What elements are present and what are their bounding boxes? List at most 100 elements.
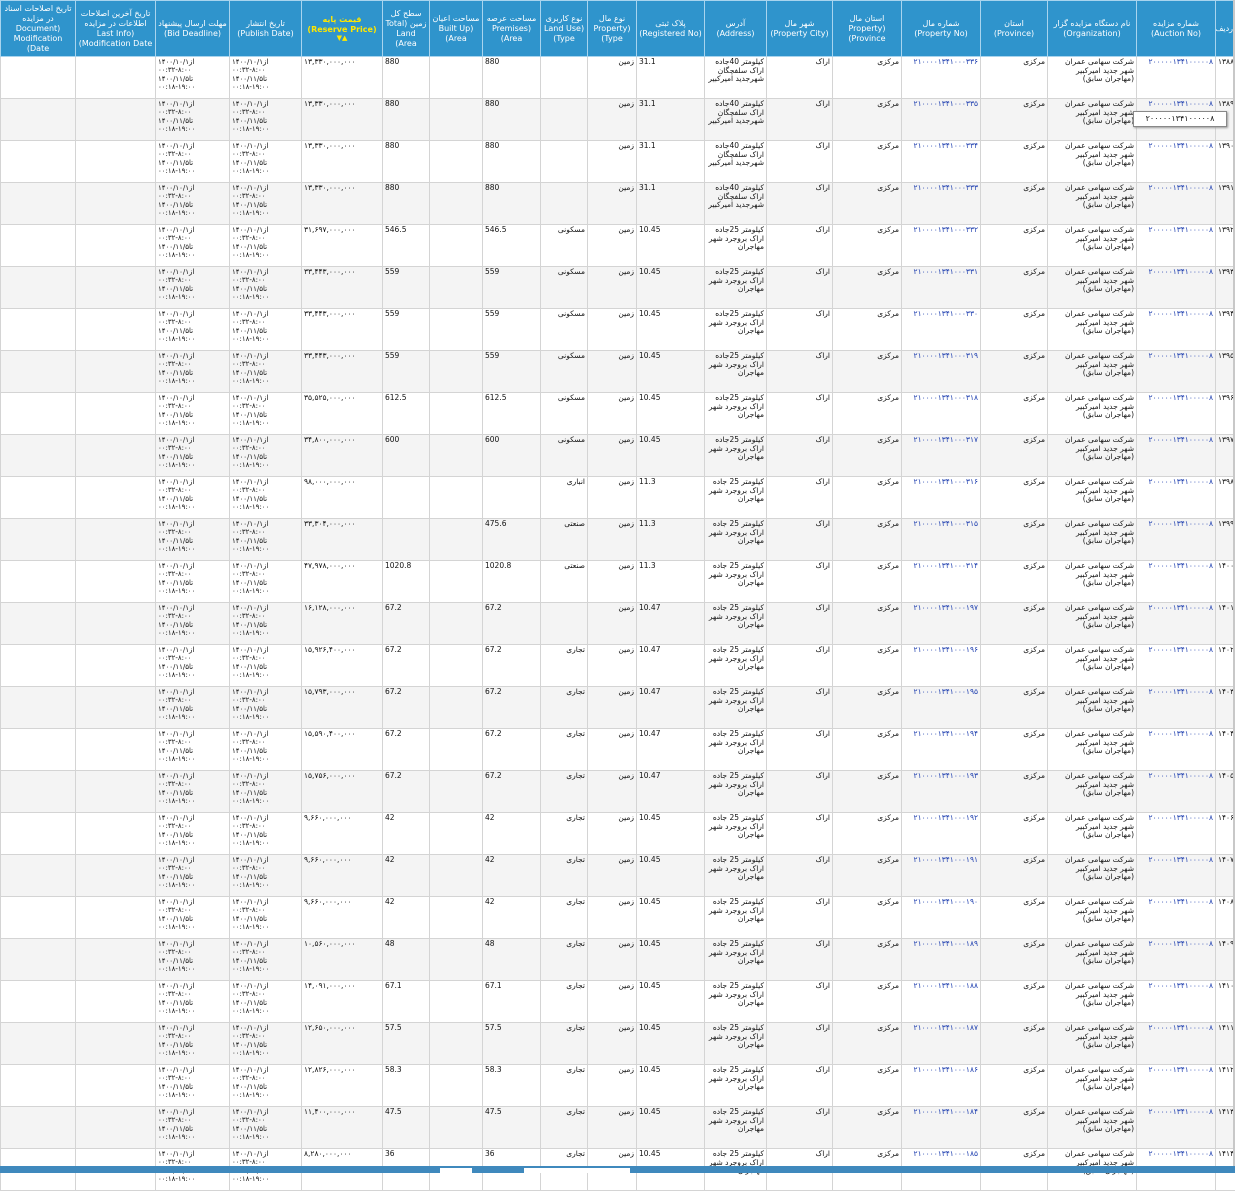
property-no-link[interactable]: ۲۱۰۰۰۰۱۳۴۱۰۰۰۳۳۲: [902, 225, 981, 267]
table-row[interactable]: ۱۳۸۹۲۰۰۰۰۰۱۳۴۱۰۰۰۰۰۸شرکت سهامی عمران شهر…: [1, 99, 1235, 141]
table-row[interactable]: ۱۴۰۰۲۰۰۰۰۰۱۳۴۱۰۰۰۰۰۸شرکت سهامی عمران شهر…: [1, 561, 1235, 603]
auction-no-cell[interactable]: ۲۰۰۰۰۰۱۳۴۱۰۰۰۰۰۸: [1137, 645, 1216, 687]
auction-no-cell[interactable]: ۲۰۰۰۰۰۱۳۴۱۰۰۰۰۰۸: [1137, 393, 1216, 435]
col-document-modification[interactable]: تاریخ اصلاحات اسناد در مزایده (Document …: [1, 1, 76, 57]
auction-no-cell[interactable]: ۲۰۰۰۰۰۱۳۴۱۰۰۰۰۰۸: [1137, 57, 1216, 99]
table-row[interactable]: ۱۴۰۹۲۰۰۰۰۰۱۳۴۱۰۰۰۰۰۸شرکت سهامی عمران شهر…: [1, 939, 1235, 981]
auction-no-cell[interactable]: ۲۰۰۰۰۰۱۳۴۱۰۰۰۰۰۸: [1137, 351, 1216, 393]
property-no-link[interactable]: ۲۱۰۰۰۰۱۳۴۱۰۰۰۱۸۶: [902, 1065, 981, 1107]
table-row[interactable]: ۱۴۰۵۲۰۰۰۰۰۱۳۴۱۰۰۰۰۰۸شرکت سهامی عمران شهر…: [1, 771, 1235, 813]
property-no-link[interactable]: ۲۱۰۰۰۰۱۳۴۱۰۰۰۱۹۵: [902, 687, 981, 729]
auction-no-cell[interactable]: ۲۰۰۰۰۰۱۳۴۱۰۰۰۰۰۸: [1137, 141, 1216, 183]
property-no-link[interactable]: ۲۱۰۰۰۰۱۳۴۱۰۰۰۱۹۳: [902, 771, 981, 813]
sort-arrows-icon[interactable]: ▲▼: [304, 35, 380, 42]
auction-no-cell[interactable]: ۲۰۰۰۰۰۱۳۴۱۰۰۰۰۰۸: [1137, 897, 1216, 939]
property-no-link[interactable]: ۲۱۰۰۰۰۱۳۴۱۰۰۰۳۳۱: [902, 267, 981, 309]
auction-no-cell[interactable]: ۲۰۰۰۰۰۱۳۴۱۰۰۰۰۰۸: [1137, 981, 1216, 1023]
property-no-link[interactable]: ۲۱۰۰۰۰۱۳۴۱۰۰۰۱۹۷: [902, 603, 981, 645]
table-row[interactable]: ۱۳۹۹۲۰۰۰۰۰۱۳۴۱۰۰۰۰۰۸شرکت سهامی عمران شهر…: [1, 519, 1235, 561]
property-no-link[interactable]: ۲۱۰۰۰۰۱۳۴۱۰۰۰۱۹۶: [902, 645, 981, 687]
auction-no-cell[interactable]: ۲۰۰۰۰۰۱۳۴۱۰۰۰۰۰۸: [1137, 477, 1216, 519]
property-no-link[interactable]: ۲۱۰۰۰۰۱۳۴۱۰۰۰۱۸۹: [902, 939, 981, 981]
col-last-info-modification[interactable]: تاریخ آخرین اصلاحات اطلاعات در مزایده (L…: [76, 1, 156, 57]
property-no-link[interactable]: ۲۱۰۰۰۰۱۳۴۱۰۰۰۳۱۴: [902, 561, 981, 603]
property-no-link[interactable]: ۲۱۰۰۰۰۱۳۴۱۰۰۰۳۱۸: [902, 393, 981, 435]
property-no-link[interactable]: ۲۱۰۰۰۰۱۳۴۱۰۰۰۱۹۲: [902, 813, 981, 855]
col-reserve-price[interactable]: قیمت پایه (Reserve Price) ▲▼: [302, 1, 383, 57]
auction-no-cell[interactable]: ۲۰۰۰۰۰۱۳۴۱۰۰۰۰۰۸: [1137, 771, 1216, 813]
page-size-select[interactable]: [440, 1168, 472, 1173]
table-row[interactable]: ۱۴۱۱۲۰۰۰۰۰۱۳۴۱۰۰۰۰۰۸شرکت سهامی عمران شهر…: [1, 1023, 1235, 1065]
property-no-link[interactable]: ۲۱۰۰۰۰۱۳۴۱۰۰۰۳۳۰: [902, 309, 981, 351]
col-total-land-area[interactable]: سطح کل زمین (Total Land Area): [383, 1, 430, 57]
auction-no-cell[interactable]: ۲۰۰۰۰۰۱۳۴۱۰۰۰۰۰۸: [1137, 267, 1216, 309]
col-organization[interactable]: نام دستگاه مزایده گزار (Organization): [1048, 1, 1137, 57]
col-province[interactable]: استان (Province): [981, 1, 1048, 57]
property-no-link[interactable]: ۲۱۰۰۰۰۱۳۴۱۰۰۰۳۱۵: [902, 519, 981, 561]
col-address[interactable]: آدرس (Address): [705, 1, 767, 57]
table-row[interactable]: ۱۳۹۱۲۰۰۰۰۰۱۳۴۱۰۰۰۰۰۸شرکت سهامی عمران شهر…: [1, 183, 1235, 225]
col-bid-deadline[interactable]: مهلت ارسال پیشنهاد (Bid Deadline): [156, 1, 230, 57]
property-no-link[interactable]: ۲۱۰۰۰۰۱۳۴۱۰۰۰۳۱۶: [902, 477, 981, 519]
col-registered-no[interactable]: پلاک ثبتی (Registered No): [637, 1, 705, 57]
table-row[interactable]: ۱۴۰۲۲۰۰۰۰۰۱۳۴۱۰۰۰۰۰۸شرکت سهامی عمران شهر…: [1, 645, 1235, 687]
col-premises-area[interactable]: مساحت عرصه (Premises Area): [483, 1, 541, 57]
table-row[interactable]: ۱۴۱۳۲۰۰۰۰۰۱۳۴۱۰۰۰۰۰۸شرکت سهامی عمران شهر…: [1, 1107, 1235, 1149]
table-row[interactable]: ۱۳۹۲۲۰۰۰۰۰۱۳۴۱۰۰۰۰۰۸شرکت سهامی عمران شهر…: [1, 225, 1235, 267]
auction-no-cell[interactable]: ۲۰۰۰۰۰۱۳۴۱۰۰۰۰۰۸: [1137, 813, 1216, 855]
table-row[interactable]: ۱۳۹۶۲۰۰۰۰۰۱۳۴۱۰۰۰۰۰۸شرکت سهامی عمران شهر…: [1, 393, 1235, 435]
property-no-link[interactable]: ۲۱۰۰۰۰۱۳۴۱۰۰۰۳۳۵: [902, 99, 981, 141]
auction-no-cell[interactable]: ۲۰۰۰۰۰۱۳۴۱۰۰۰۰۰۸: [1137, 225, 1216, 267]
property-no-link[interactable]: ۲۱۰۰۰۰۱۳۴۱۰۰۰۳۳۳: [902, 183, 981, 225]
table-row[interactable]: ۱۴۰۳۲۰۰۰۰۰۱۳۴۱۰۰۰۰۰۸شرکت سهامی عمران شهر…: [1, 687, 1235, 729]
table-row[interactable]: ۱۳۹۳۲۰۰۰۰۰۱۳۴۱۰۰۰۰۰۸شرکت سهامی عمران شهر…: [1, 267, 1235, 309]
built-up-area-cell: [430, 561, 483, 603]
auction-no-cell[interactable]: ۲۰۰۰۰۰۱۳۴۱۰۰۰۰۰۸: [1137, 309, 1216, 351]
auction-no-cell[interactable]: ۲۰۰۰۰۰۱۳۴۱۰۰۰۰۰۸: [1137, 561, 1216, 603]
col-property-no[interactable]: شماره مال (Property No): [902, 1, 981, 57]
auction-no-cell[interactable]: ۲۰۰۰۰۰۱۳۴۱۰۰۰۰۰۸: [1137, 855, 1216, 897]
property-no-link[interactable]: ۲۱۰۰۰۰۱۳۴۱۰۰۰۳۱۷: [902, 435, 981, 477]
table-row[interactable]: ۱۴۱۰۲۰۰۰۰۰۱۳۴۱۰۰۰۰۰۸شرکت سهامی عمران شهر…: [1, 981, 1235, 1023]
property-no-link[interactable]: ۲۱۰۰۰۰۱۳۴۱۰۰۰۱۸۸: [902, 981, 981, 1023]
property-no-link[interactable]: ۲۱۰۰۰۰۱۳۴۱۰۰۰۱۸۴: [902, 1107, 981, 1149]
table-row[interactable]: ۱۴۰۷۲۰۰۰۰۰۱۳۴۱۰۰۰۰۰۸شرکت سهامی عمران شهر…: [1, 855, 1235, 897]
table-row[interactable]: ۱۳۹۰۲۰۰۰۰۰۱۳۴۱۰۰۰۰۰۸شرکت سهامی عمران شهر…: [1, 141, 1235, 183]
auction-no-cell[interactable]: ۲۰۰۰۰۰۱۳۴۱۰۰۰۰۰۸: [1137, 939, 1216, 981]
col-built-up-area[interactable]: مساحت اعیان (Built Up Area): [430, 1, 483, 57]
table-row[interactable]: ۱۴۰۱۲۰۰۰۰۰۱۳۴۱۰۰۰۰۰۸شرکت سهامی عمران شهر…: [1, 603, 1235, 645]
property-no-link[interactable]: ۲۱۰۰۰۰۱۳۴۱۰۰۰۱۸۷: [902, 1023, 981, 1065]
col-property-city[interactable]: شهر مال (Property City): [767, 1, 833, 57]
auction-no-cell[interactable]: ۲۰۰۰۰۰۱۳۴۱۰۰۰۰۰۸: [1137, 183, 1216, 225]
auction-no-cell[interactable]: ۲۰۰۰۰۰۱۳۴۱۰۰۰۰۰۸: [1137, 687, 1216, 729]
property-no-link[interactable]: ۲۱۰۰۰۰۱۳۴۱۰۰۰۳۱۹: [902, 351, 981, 393]
table-row[interactable]: ۱۴۱۲۲۰۰۰۰۰۱۳۴۱۰۰۰۰۰۸شرکت سهامی عمران شهر…: [1, 1065, 1235, 1107]
col-auction-no[interactable]: شماره مزایده (Auction No): [1137, 1, 1216, 57]
table-row[interactable]: ۱۳۹۷۲۰۰۰۰۰۱۳۴۱۰۰۰۰۰۸شرکت سهامی عمران شهر…: [1, 435, 1235, 477]
property-no-link[interactable]: ۲۱۰۰۰۰۱۳۴۱۰۰۰۱۹۴: [902, 729, 981, 771]
auction-no-cell[interactable]: ۲۰۰۰۰۰۱۳۴۱۰۰۰۰۰۸: [1137, 729, 1216, 771]
auction-no-cell[interactable]: ۲۰۰۰۰۰۱۳۴۱۰۰۰۰۰۸: [1137, 1065, 1216, 1107]
auction-no-cell[interactable]: ۲۰۰۰۰۰۱۳۴۱۰۰۰۰۰۸: [1137, 519, 1216, 561]
property-no-link[interactable]: ۲۱۰۰۰۰۱۳۴۱۰۰۰۱۹۰: [902, 897, 981, 939]
property-no-link[interactable]: ۲۱۰۰۰۰۱۳۴۱۰۰۰۳۳۴: [902, 141, 981, 183]
col-land-use[interactable]: نوع کاربری (Land Use Type): [541, 1, 588, 57]
table-row[interactable]: ۱۳۹۵۲۰۰۰۰۰۱۳۴۱۰۰۰۰۰۸شرکت سهامی عمران شهر…: [1, 351, 1235, 393]
page-number-input[interactable]: [524, 1168, 630, 1173]
col-publish-date[interactable]: تاریخ انتشار (Publish Date): [230, 1, 302, 57]
auction-no-cell[interactable]: ۲۰۰۰۰۰۱۳۴۱۰۰۰۰۰۸: [1137, 1023, 1216, 1065]
table-row[interactable]: ۱۳۸۸۲۰۰۰۰۰۱۳۴۱۰۰۰۰۰۸شرکت سهامی عمران شهر…: [1, 57, 1235, 99]
property-no-link[interactable]: ۲۱۰۰۰۰۱۳۴۱۰۰۰۳۳۶: [902, 57, 981, 99]
table-row[interactable]: ۱۳۹۴۲۰۰۰۰۰۱۳۴۱۰۰۰۰۰۸شرکت سهامی عمران شهر…: [1, 309, 1235, 351]
table-row[interactable]: ۱۴۰۶۲۰۰۰۰۰۱۳۴۱۰۰۰۰۰۸شرکت سهامی عمران شهر…: [1, 813, 1235, 855]
table-row[interactable]: ۱۴۰۸۲۰۰۰۰۰۱۳۴۱۰۰۰۰۰۸شرکت سهامی عمران شهر…: [1, 897, 1235, 939]
land-use-cell: تجاری: [541, 771, 588, 813]
property-no-link[interactable]: ۲۱۰۰۰۰۱۳۴۱۰۰۰۱۹۱: [902, 855, 981, 897]
auction-no-cell[interactable]: ۲۰۰۰۰۰۱۳۴۱۰۰۰۰۰۸: [1137, 603, 1216, 645]
col-property-province[interactable]: استان مال (Property Province): [833, 1, 902, 57]
auction-no-cell[interactable]: ۲۰۰۰۰۰۱۳۴۱۰۰۰۰۰۸: [1137, 435, 1216, 477]
table-row[interactable]: ۱۴۰۴۲۰۰۰۰۰۱۳۴۱۰۰۰۰۰۸شرکت سهامی عمران شهر…: [1, 729, 1235, 771]
col-property-type[interactable]: نوع مال (Property Type): [588, 1, 637, 57]
table-row[interactable]: ۱۳۹۸۲۰۰۰۰۰۱۳۴۱۰۰۰۰۰۸شرکت سهامی عمران شهر…: [1, 477, 1235, 519]
auction-no-cell[interactable]: ۲۰۰۰۰۰۱۳۴۱۰۰۰۰۰۸: [1137, 1107, 1216, 1149]
